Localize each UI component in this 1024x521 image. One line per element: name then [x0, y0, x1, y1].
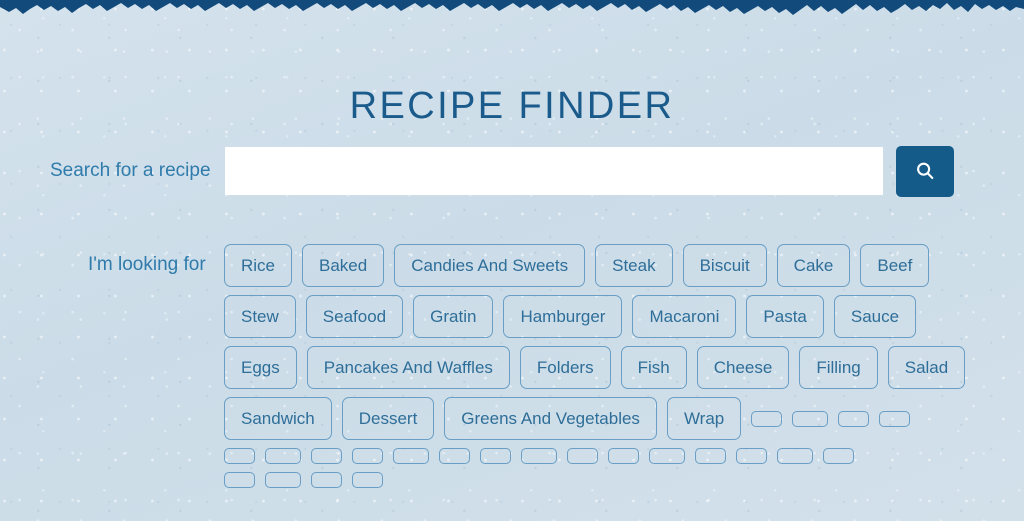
filter-tag-placeholder[interactable] [393, 448, 429, 464]
filter-tag[interactable]: Seafood [305, 295, 404, 338]
filter-tag-row [224, 448, 1000, 464]
filter-tag-placeholder[interactable] [352, 448, 383, 464]
filter-tag-placeholder[interactable] [224, 472, 255, 488]
filter-tag[interactable]: Wrap [666, 397, 742, 440]
filter-tag[interactable]: Pasta [746, 295, 824, 338]
filter-tag[interactable]: Greens And Vegetables [444, 397, 657, 440]
filter-tag[interactable]: Steak [595, 244, 673, 287]
search-submit-button[interactable] [895, 145, 954, 197]
filter-tag[interactable]: Fish [620, 346, 687, 389]
filter-tag[interactable]: Cheese [696, 346, 790, 389]
filter-tag-placeholder[interactable] [823, 448, 854, 464]
filter-tag-placeholder[interactable] [265, 448, 301, 464]
filter-tag[interactable]: Eggs [224, 346, 297, 389]
search-icon [914, 160, 936, 182]
filter-tag[interactable]: Macaroni [632, 295, 737, 338]
filter-tag-placeholder[interactable] [736, 448, 767, 464]
filter-tag-placeholder[interactable] [751, 410, 783, 427]
filter-tag-placeholder[interactable] [838, 410, 870, 427]
search-bar: Search for a recipe [50, 145, 974, 197]
filter-tag[interactable]: Sandwich [224, 397, 332, 440]
filter-tag-placeholder[interactable] [608, 448, 639, 464]
filter-tags-section: I'm looking for Rice Baked Candies And Swe… [50, 244, 1000, 488]
filter-tag-placeholder[interactable] [439, 448, 470, 464]
filter-tag[interactable]: Folders [519, 346, 611, 389]
filter-tag[interactable]: Dessert [341, 397, 435, 440]
filter-tags-label: I'm looking for [88, 254, 206, 275]
filter-tag-row: Stew Seafood Gratin Hamburger Macaroni Pasta S… [224, 295, 1000, 338]
filter-tag-placeholder[interactable] [879, 410, 911, 427]
filter-tag[interactable]: Biscuit [682, 244, 767, 287]
filter-tag-placeholder[interactable] [352, 472, 383, 488]
filter-tag-placeholder[interactable] [695, 448, 726, 464]
filter-tag[interactable]: Candies And Sweets [394, 244, 586, 287]
filter-tag[interactable]: Beef [860, 244, 930, 287]
filter-tag-placeholder[interactable] [311, 472, 342, 488]
filter-tag-placeholder[interactable] [265, 472, 301, 488]
filter-tag-placeholder[interactable] [649, 448, 685, 464]
filter-tag[interactable]: Filling [799, 346, 878, 389]
filter-tag[interactable]: Pancakes And Waffles [306, 346, 510, 389]
filter-tag-row [224, 472, 1000, 488]
search-label: Search for a recipe [50, 160, 211, 181]
filter-tag[interactable]: Baked [302, 244, 385, 287]
search-input[interactable] [224, 147, 883, 195]
filter-tag-row: Eggs Pancakes And Waffles Folders Fish Chees… [224, 346, 1000, 389]
filter-tag[interactable]: Hamburger [503, 295, 623, 338]
filter-tag-placeholder[interactable] [311, 448, 342, 464]
page-title: RECIPE FINDER [349, 85, 675, 128]
filter-tag-placeholder[interactable] [792, 410, 829, 427]
filter-tag[interactable]: Cake [776, 244, 851, 287]
filter-tag[interactable]: Stew [224, 295, 296, 338]
filter-tag[interactable]: Gratin [413, 295, 494, 338]
filter-tag-rows: Rice Baked Candies And Sweets Steak Biscuit C… [224, 244, 1000, 488]
filter-tag-row: Rice Baked Candies And Sweets Steak Biscuit C… [224, 244, 1000, 287]
filter-tag-placeholder[interactable] [521, 448, 557, 464]
filter-tag-placeholder[interactable] [567, 448, 598, 464]
recipe-finder-page: RECIPE FINDER Search for a recipe I'm lo… [0, 0, 1024, 521]
filter-tag[interactable]: Rice [224, 244, 293, 287]
filter-tag-placeholder[interactable] [224, 448, 255, 464]
filter-tag[interactable]: Sauce [833, 295, 917, 338]
filter-tag[interactable]: Salad [887, 346, 966, 389]
filter-tag-row: Sandwich Dessert Greens And Vegetables Wrap [224, 397, 1000, 440]
filter-tag-placeholder[interactable] [480, 448, 511, 464]
filter-tag-placeholder[interactable] [777, 448, 813, 464]
